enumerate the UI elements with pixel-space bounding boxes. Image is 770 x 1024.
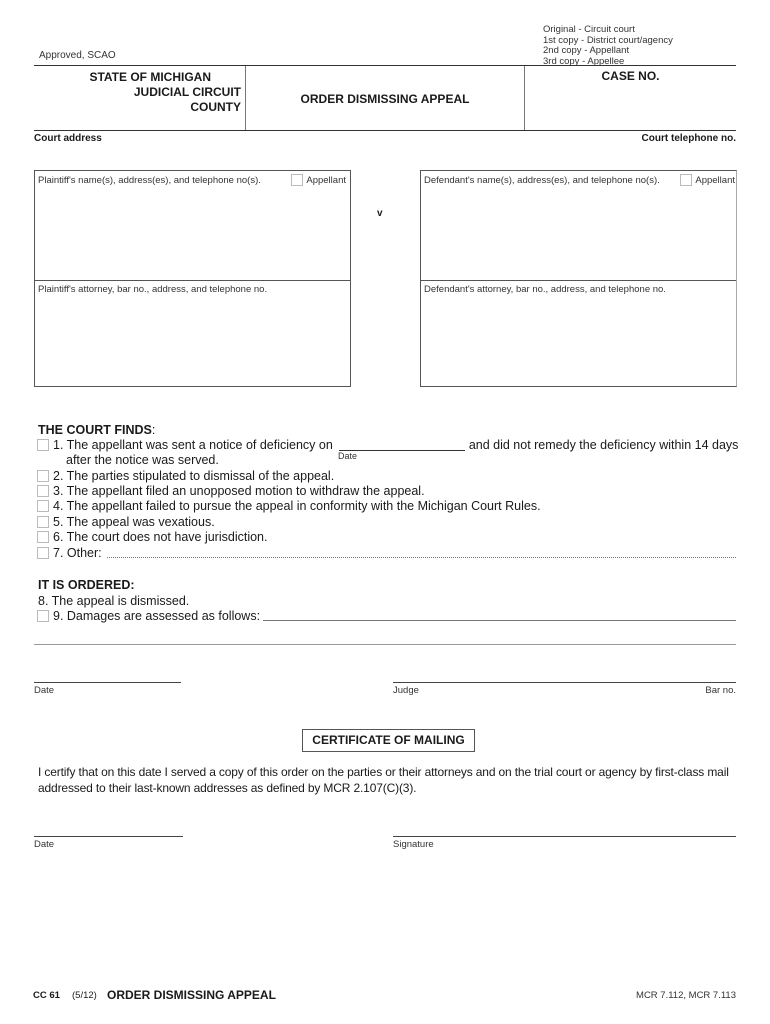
order-9-checkbox[interactable] <box>37 610 49 622</box>
defendant-box[interactable]: Defendant's name(s), address(es), and te… <box>420 170 737 387</box>
order-8: 8. The appeal is dismissed. <box>38 594 189 608</box>
form-title: ORDER DISMISSING APPEAL <box>300 92 470 106</box>
finding-3: 3. The appellant filed an unopposed moti… <box>37 484 425 498</box>
heading-colon: : <box>151 423 156 437</box>
finding-5-checkbox[interactable] <box>37 516 49 528</box>
damages-field-line-2[interactable] <box>34 644 736 645</box>
versus-label: v <box>377 208 383 219</box>
county-label: COUNTY <box>190 100 241 114</box>
finding-text: after the notice was served. <box>66 453 219 467</box>
it-is-ordered-heading: IT IS ORDERED: <box>38 578 135 592</box>
defendant-attorney-label: Defendant's attorney, bar no., address, … <box>424 284 666 295</box>
finding-2: 2. The parties stipulated to dismissal o… <box>37 469 334 483</box>
copy-distribution: Original - Circuit court 1st copy - Dist… <box>543 24 673 67</box>
certificate-title: CERTIFICATE OF MAILING <box>302 729 475 752</box>
date-caption: Date <box>338 451 358 461</box>
finding-suffix: and did not remedy the deficiency within… <box>468 438 739 452</box>
appellant-label: Appellant <box>306 174 346 186</box>
form-revision: (5/12) <box>72 990 97 1001</box>
checkbox-icon[interactable] <box>680 174 693 186</box>
finding-text: 7. Other: <box>53 546 102 560</box>
plaintiff-box[interactable]: Plaintiff's name(s), address(es), and te… <box>34 170 351 387</box>
box-divider <box>421 280 736 281</box>
finding-text: 3. The appellant filed an unopposed moti… <box>53 484 425 498</box>
finding-2-checkbox[interactable] <box>37 470 49 482</box>
header-top-rule <box>34 65 736 66</box>
signature-label: Signature <box>393 839 434 850</box>
finding-5: 5. The appeal was vexatious. <box>37 515 215 529</box>
finding-6-checkbox[interactable] <box>37 531 49 543</box>
finding-1-checkbox[interactable] <box>37 439 49 451</box>
finding-7: 7. Other: <box>37 546 102 560</box>
mailing-date-field[interactable] <box>34 836 183 837</box>
footer-title: ORDER DISMISSING APPEAL <box>107 988 276 1002</box>
box-divider <box>35 280 350 281</box>
finding-4-checkbox[interactable] <box>37 500 49 512</box>
finding-text: 6. The court does not have jurisdiction. <box>53 530 268 544</box>
finding-text: 5. The appeal was vexatious. <box>53 515 215 529</box>
order-date-label: Date <box>34 685 55 696</box>
certificate-text: I certify that on this date I served a c… <box>38 765 729 795</box>
plaintiff-appellant-checkbox[interactable]: Appellant <box>291 174 346 186</box>
finding-6: 6. The court does not have jurisdiction. <box>37 530 267 544</box>
form-code: CC 61 <box>33 990 60 1001</box>
court-finds-heading: THE COURT FINDS: <box>38 423 155 437</box>
plaintiff-label: Plaintiff's name(s), address(es), and te… <box>38 175 261 186</box>
checkbox-icon[interactable] <box>291 174 304 186</box>
finding-1-continuation: after the notice was served. <box>66 453 219 467</box>
court-rules: MCR 7.112, MCR 7.113 <box>636 990 736 1001</box>
judicial-circuit-label: JUDICIAL CIRCUIT <box>133 85 241 99</box>
mailing-date-label: Date <box>34 839 55 850</box>
deficiency-date-field[interactable] <box>338 439 465 451</box>
judge-signature-field[interactable] <box>393 682 736 683</box>
appellant-label: Appellant <box>695 174 735 186</box>
judge-label: Judge <box>393 685 419 696</box>
order-text: 9. Damages are assessed as follows: <box>53 609 261 623</box>
finding-4: 4. The appellant failed to pursue the ap… <box>37 499 541 513</box>
finding-text: 4. The appellant failed to pursue the ap… <box>53 499 541 513</box>
court-address-label: Court address <box>34 133 102 144</box>
copy-line: Original - Circuit court <box>543 24 635 35</box>
bar-no-label: Bar no. <box>705 685 736 696</box>
court-telephone-label: Court telephone no. <box>641 133 736 144</box>
order-text: 8. The appeal is dismissed. <box>38 594 190 608</box>
other-field[interactable] <box>107 557 736 558</box>
state-name: STATE OF MICHIGAN <box>89 70 211 84</box>
finding-text: 1. The appellant was sent a notice of de… <box>53 438 333 452</box>
approved-scao: Approved, SCAO <box>39 50 116 61</box>
order-date-field[interactable] <box>34 682 181 683</box>
mailing-signature-field[interactable] <box>393 836 736 837</box>
damages-field[interactable] <box>263 620 736 621</box>
copy-line: 2nd copy - Appellant <box>543 45 630 56</box>
heading-text: THE COURT FINDS <box>38 423 152 437</box>
plaintiff-attorney-label: Plaintiff's attorney, bar no., address, … <box>38 284 268 295</box>
finding-text: 2. The parties stipulated to dismissal o… <box>53 469 335 483</box>
order-9: 9. Damages are assessed as follows: <box>37 609 260 623</box>
case-no-field[interactable]: CASE NO. <box>525 69 736 83</box>
defendant-label: Defendant's name(s), address(es), and te… <box>424 175 660 186</box>
finding-7-checkbox[interactable] <box>37 547 49 559</box>
finding-1: 1. The appellant was sent a notice of de… <box>37 438 738 452</box>
court-jurisdiction: STATE OF MICHIGAN JUDICIAL CIRCUIT COUNT… <box>34 70 241 115</box>
finding-3-checkbox[interactable] <box>37 485 49 497</box>
header-bottom-rule <box>34 130 736 131</box>
defendant-appellant-checkbox[interactable]: Appellant <box>680 174 735 186</box>
